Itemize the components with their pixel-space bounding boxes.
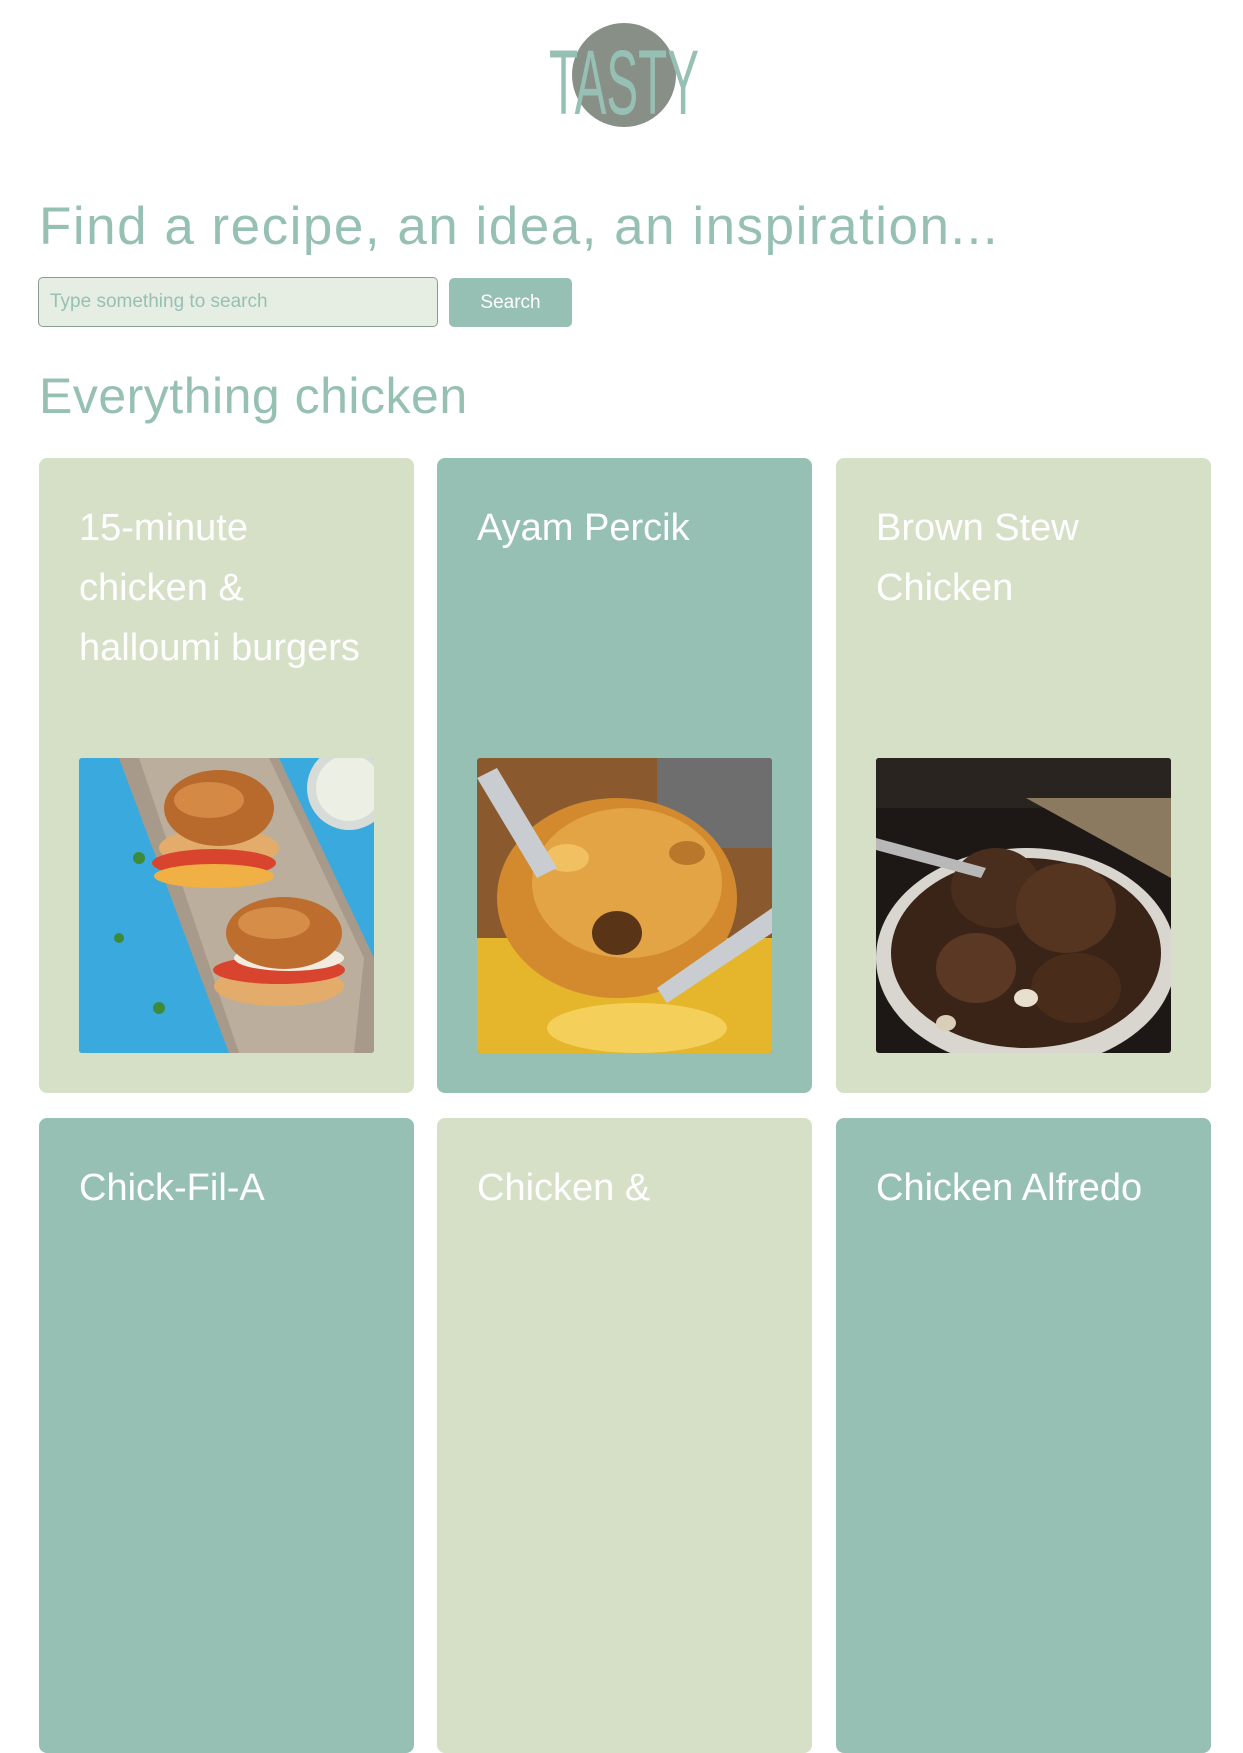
recipe-image-stew [876, 758, 1171, 1053]
recipe-card-halloumi-burgers[interactable]: 15-minute chicken & halloumi burgers [39, 458, 414, 1093]
section-title: Everything chicken [39, 368, 468, 424]
recipe-title: Ayam Percik [477, 507, 690, 549]
recipe-card-brown-stew-chicken[interactable]: Brown Stew Chicken [836, 458, 1211, 1093]
recipe-card-chicken-and[interactable]: Chicken & [437, 1118, 812, 1753]
tasty-logo[interactable]: TASTY [540, 18, 710, 133]
logo-text: TASTY [549, 32, 699, 133]
recipe-title: Chick-Fil-A [79, 1167, 265, 1209]
recipe-card-ayam-percik[interactable]: Ayam Percik [437, 458, 812, 1093]
search-button[interactable]: Search [449, 278, 572, 327]
recipe-title: Chicken Alfredo [876, 1167, 1143, 1209]
recipe-title: 15-minute chicken & halloumi burgers [79, 507, 360, 669]
recipe-image-ayam-percik [477, 758, 772, 1053]
recipe-card-chicken-alfredo[interactable]: Chicken Alfredo [836, 1118, 1211, 1753]
search-input[interactable] [38, 277, 438, 327]
recipe-title: Chicken & [477, 1167, 651, 1209]
page-tagline: Find a recipe, an idea, an inspiration..… [39, 197, 1000, 256]
recipe-title: Brown Stew Chicken [876, 507, 1079, 609]
recipe-image-burgers [79, 758, 374, 1053]
recipe-card-chick-fil-a[interactable]: Chick-Fil-A [39, 1118, 414, 1753]
